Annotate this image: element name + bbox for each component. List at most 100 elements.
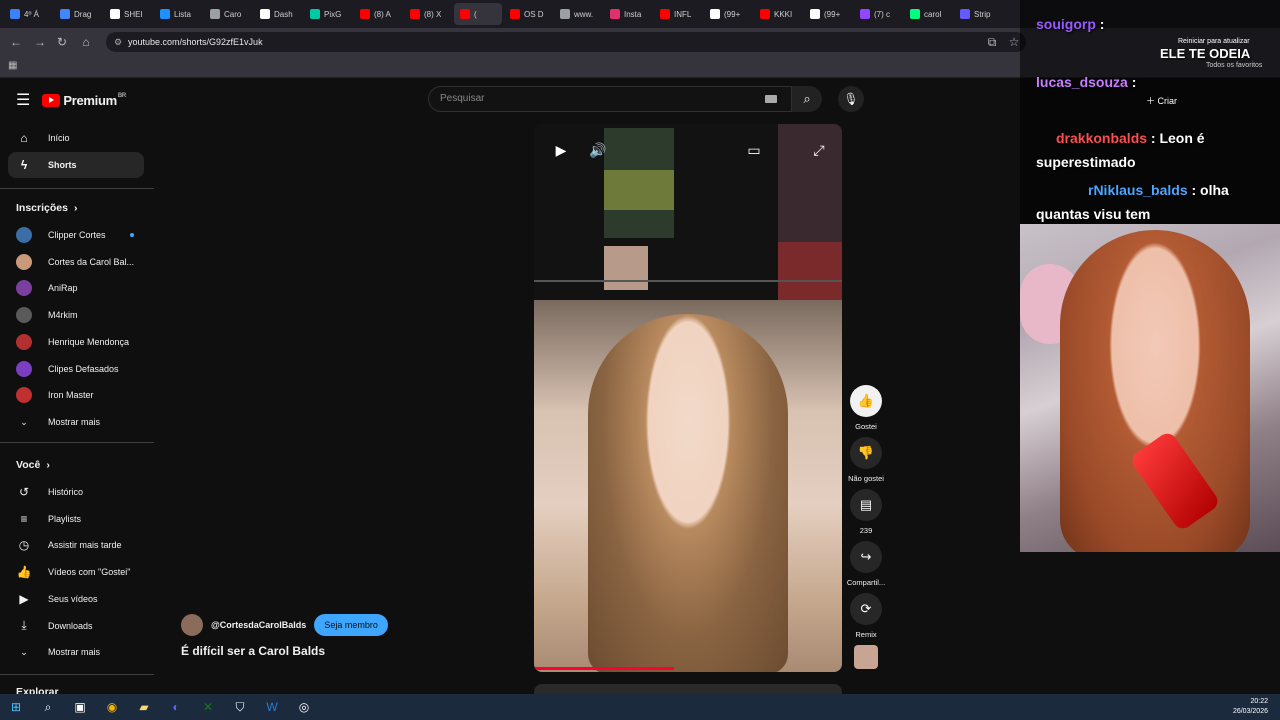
liked-icon: 👍 (16, 565, 32, 580)
browser-tab[interactable]: (8) A (354, 3, 402, 25)
channel-avatar[interactable] (181, 614, 203, 636)
sidebar-item-you[interactable]: ≡ Playlists (8, 506, 144, 532)
browser-tab[interactable]: Insta (604, 3, 652, 25)
browser-tab[interactable]: ( (454, 3, 502, 25)
back-icon[interactable]: ← (4, 35, 28, 49)
system-clock[interactable]: 20:22 26/03/2026 (1233, 697, 1268, 717)
streamer-figure (588, 314, 788, 672)
browser-tab[interactable]: KKKI (754, 3, 802, 25)
short-video-player[interactable]: ▶ 🔊 ▭ ⤢ (534, 124, 842, 672)
chevron-right-icon: › (73, 202, 78, 214)
browser-tab[interactable]: 4º Á (4, 3, 52, 25)
join-button[interactable]: Seja membro (314, 614, 388, 636)
like-button[interactable]: 👍 Gostei (844, 385, 888, 431)
menu-icon[interactable]: ☰ (16, 90, 30, 110)
dislike-button[interactable]: 👎 Não gostei (844, 437, 888, 483)
favorites-label[interactable]: Todos os favoritos (1206, 62, 1262, 69)
channel-handle[interactable]: @CortesdaCarolBalds (211, 620, 306, 630)
fullscreen-icon[interactable]: ⤢ (808, 139, 830, 161)
sound-thumbnail[interactable] (844, 645, 888, 669)
next-short-preview[interactable] (534, 684, 842, 694)
browser-tab[interactable]: Drag (54, 3, 102, 25)
browser-tab[interactable]: carol (904, 3, 952, 25)
discord-icon[interactable]: ◐ (160, 694, 192, 720)
tab-favicon-icon (110, 9, 120, 19)
subscription-item[interactable]: Henrique Mendonça (8, 329, 144, 355)
windows-start-icon[interactable]: ⊞ (0, 694, 32, 720)
avatar (16, 360, 32, 377)
browser-tab[interactable]: SHEI (104, 3, 152, 25)
sidebar-item-you[interactable]: 👍 Vídeos com "Gostei" (8, 559, 144, 585)
search-input[interactable]: Pesquisar (428, 86, 792, 112)
create-button[interactable]: ＋ Criar (1146, 94, 1177, 107)
sidebar-item-you[interactable]: ◷ Assistir mais tarde (8, 532, 144, 558)
subscription-item[interactable]: M4rkim (8, 302, 144, 328)
sidebar-item-you[interactable]: ↺ Histórico (8, 479, 144, 505)
avatar (16, 253, 32, 270)
subscription-item[interactable]: Cortes da Carol Bal... (8, 249, 144, 275)
browser-tab[interactable]: OS D (504, 3, 552, 25)
reload-icon[interactable]: ↻ (50, 35, 74, 49)
obs-icon[interactable]: ◎ (288, 694, 320, 720)
security-icon[interactable]: ⛉ (224, 694, 256, 720)
video-progress-bar[interactable] (534, 667, 674, 670)
chat-message: lucas_dsouza : (1036, 74, 1137, 90)
keyboard-icon[interactable] (765, 95, 777, 103)
install-icon[interactable]: ⧉ (980, 35, 1004, 50)
url-field[interactable]: ⚙ youtube.com/shorts/G92zfE1vJuk (106, 32, 1026, 52)
browser-tab[interactable]: (99+ (704, 3, 752, 25)
browser-tab[interactable]: (99+ (804, 3, 852, 25)
file-explorer-icon[interactable]: ▰ (128, 694, 160, 720)
sidebar-item-you[interactable]: ⤓ Downloads (8, 613, 144, 639)
browser-tab[interactable]: (7) c (854, 3, 902, 25)
streamer-webcam-figure (1060, 230, 1250, 552)
subscriptions-heading[interactable]: Inscrições › (16, 202, 77, 214)
show-more-subscriptions[interactable]: ⌄ Mostrar mais (8, 409, 144, 435)
browser-tab[interactable]: Strip (954, 3, 1002, 25)
subscription-item[interactable]: Clipper Cortes (8, 222, 144, 248)
tab-favicon-icon (910, 9, 920, 19)
video-title: É difícil ser a Carol Balds (181, 644, 326, 658)
word-icon[interactable]: W (256, 694, 288, 720)
youtube-play-icon (42, 93, 61, 107)
site-info-icon[interactable]: ⚙ (114, 32, 122, 52)
forward-icon[interactable]: → (28, 35, 52, 49)
voice-search-button[interactable]: 🎙 (838, 86, 864, 112)
comments-button[interactable]: ▤ 239 (844, 489, 888, 535)
volume-icon[interactable]: 🔊 (587, 139, 609, 161)
subscription-item[interactable]: AniRap (8, 275, 144, 301)
subscription-item[interactable]: Clipes Defasados (8, 356, 144, 382)
home-icon[interactable]: ⌂ (74, 35, 98, 49)
browser-tab[interactable]: (8) X (404, 3, 452, 25)
browser-tab[interactable]: Lista (154, 3, 202, 25)
search-button[interactable]: ⌕ (792, 86, 822, 112)
remix-icon: ⟳ (850, 593, 882, 625)
sidebar-item-you[interactable]: ▶ Seus vídeos (8, 586, 144, 612)
browser-tab[interactable]: Caro (204, 3, 252, 25)
share-button[interactable]: ↪ Compartil... (844, 541, 888, 587)
tab-favicon-icon (860, 9, 870, 19)
search-icon[interactable]: ⌕ (32, 694, 64, 720)
subscription-item[interactable]: Iron Master (8, 382, 144, 408)
xbox-icon[interactable]: ✕ (192, 694, 224, 720)
task-view-icon[interactable]: ▣ (64, 694, 96, 720)
browser-tab[interactable]: PixG (304, 3, 352, 25)
browser-tab[interactable]: INFL (654, 3, 702, 25)
avatar (16, 307, 32, 324)
show-more-you[interactable]: ⌄ Mostrar mais (8, 639, 144, 665)
sidebar-item-home[interactable]: ⌂ Início (8, 125, 144, 151)
play-icon[interactable]: ▶ (550, 139, 572, 161)
tab-favicon-icon (360, 9, 370, 19)
captions-icon[interactable]: ▭ (743, 139, 765, 161)
youtube-logo[interactable]: Premium BR (42, 93, 126, 108)
remix-button[interactable]: ⟳ Remix (844, 593, 888, 639)
apps-grid-icon[interactable]: ▦ (8, 60, 17, 71)
chevron-down-icon: ⌄ (20, 416, 28, 427)
browser-tab[interactable]: Dash (254, 3, 302, 25)
restart-label[interactable]: Reiniciar para atualizar (1178, 38, 1250, 45)
browser-tab[interactable]: www. (554, 3, 602, 25)
sidebar-item-shorts[interactable]: ϟ Shorts (8, 152, 144, 178)
chrome-icon[interactable]: ◉ (96, 694, 128, 720)
chat-message: drakkonbalds : Leon é superestimado (1036, 130, 1205, 170)
you-heading[interactable]: Você › (16, 459, 50, 471)
